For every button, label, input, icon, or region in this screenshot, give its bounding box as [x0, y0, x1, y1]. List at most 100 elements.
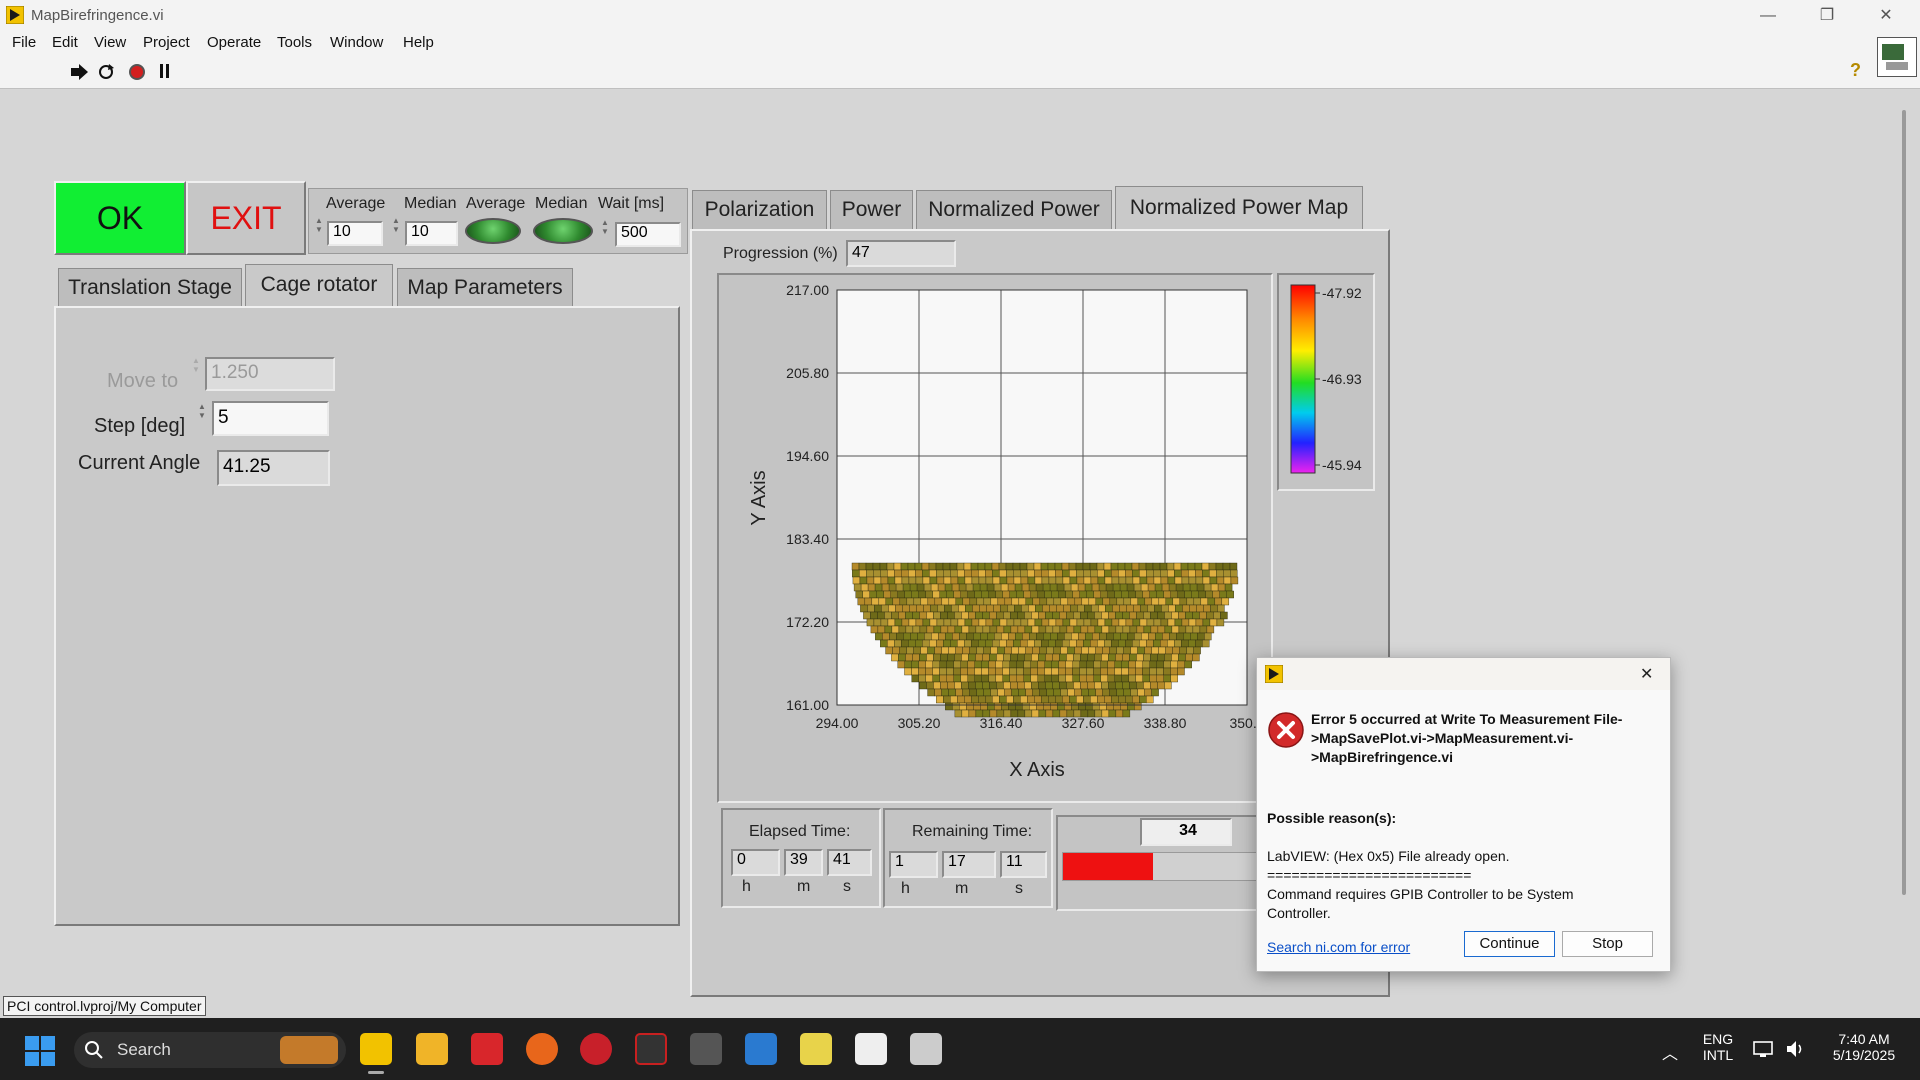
current-angle-indicator: 41.25	[217, 450, 330, 486]
menu-project[interactable]: Project	[143, 34, 190, 51]
app-blue-icon[interactable]	[745, 1033, 777, 1065]
heatmap-cell	[1073, 681, 1081, 690]
heatmap-cell	[964, 695, 972, 704]
labview-taskbar-icon[interactable]	[360, 1033, 392, 1065]
tab-map-parameters[interactable]: Map Parameters	[397, 268, 573, 308]
heatmap-cell	[1160, 618, 1169, 627]
heatmap-cell	[960, 674, 968, 683]
heatmap-cell	[1017, 625, 1026, 634]
virtualbox-icon[interactable]	[690, 1033, 722, 1065]
heatmap-cell	[1036, 632, 1044, 641]
step-stepper[interactable]: ▲ ▼	[197, 402, 207, 420]
menu-operate[interactable]: Operate	[207, 34, 261, 51]
wait-ms-field[interactable]: 500	[615, 222, 681, 247]
windows-start-icon[interactable]	[25, 1036, 55, 1066]
heatmap-cell	[1216, 576, 1225, 585]
tab-normalized-power-map[interactable]: Normalized Power Map	[1115, 186, 1363, 232]
heatmap-cell	[962, 646, 970, 655]
tab-translation-stage[interactable]: Translation Stage	[58, 268, 242, 308]
heatmap-cell	[1177, 660, 1185, 669]
heatmap-cell	[1123, 646, 1131, 655]
median-stepper[interactable]: ▲ ▼	[391, 216, 401, 234]
abort-icon[interactable]	[128, 63, 146, 81]
app-red-circle-icon[interactable]	[580, 1033, 612, 1065]
tab-power[interactable]: Power	[830, 190, 913, 230]
heatmap-cell	[1181, 639, 1189, 648]
file-explorer-icon[interactable]	[416, 1033, 448, 1065]
heatmap-cell	[956, 562, 965, 571]
error-x-icon	[1268, 712, 1304, 748]
menu-help[interactable]: Help	[403, 34, 434, 51]
search-ni-link[interactable]: Search ni.com for error	[1267, 939, 1410, 955]
volume-icon[interactable]	[1785, 1039, 1807, 1059]
heatmap-cell	[1069, 639, 1077, 648]
run-arrow-icon[interactable]	[69, 64, 89, 80]
heatmap-cell	[972, 583, 981, 592]
heatmap-cell	[974, 660, 982, 669]
median-count-field[interactable]: 10	[405, 221, 458, 246]
menu-tools[interactable]: Tools	[277, 34, 312, 51]
heatmap-cell	[1074, 597, 1083, 606]
heatmap-cell	[965, 583, 974, 592]
heatmap-cell	[973, 702, 981, 711]
heatmap-cell	[967, 590, 975, 599]
show-hidden-icons-chevron-icon[interactable]: ︿	[1662, 1040, 1678, 1064]
menu-window[interactable]: Window	[330, 34, 383, 51]
heatmap-cell	[1104, 576, 1113, 585]
heatmap-cell	[1009, 667, 1017, 676]
ok-button[interactable]: OK	[54, 181, 186, 255]
heatmap-cell	[1093, 660, 1101, 669]
filezilla-icon[interactable]	[471, 1033, 503, 1065]
heatmap-cell	[1027, 695, 1035, 704]
tab-polarization[interactable]: Polarization	[692, 190, 827, 230]
average-stepper[interactable]: ▲ ▼	[314, 216, 324, 234]
firefox-icon[interactable]	[526, 1033, 558, 1065]
heatmap-cell	[926, 625, 935, 634]
minimize-button[interactable]: —	[1745, 0, 1791, 31]
menu-file[interactable]: File	[12, 34, 36, 51]
exit-button[interactable]: EXIT	[186, 181, 306, 255]
dialog-close-button[interactable]: ✕	[1640, 664, 1653, 684]
app-doc-icon[interactable]	[855, 1033, 887, 1065]
heatmap-cell	[1202, 618, 1211, 627]
restore-button[interactable]: ❐	[1804, 0, 1850, 31]
close-window-button[interactable]: ✕	[1863, 0, 1909, 31]
heatmap-cell	[1204, 632, 1212, 641]
heatmap-cell	[1181, 576, 1190, 585]
run-continuously-icon[interactable]	[96, 63, 116, 81]
heatmap-cell	[946, 674, 954, 683]
step-field[interactable]: 5	[212, 401, 329, 436]
average-count-field[interactable]: 10	[327, 221, 383, 246]
language-indicator[interactable]: ENG INTL	[1697, 1031, 1739, 1063]
average-led-toggle[interactable]	[465, 218, 521, 244]
heatmap-cell	[1012, 562, 1021, 571]
stop-button[interactable]: Stop	[1562, 931, 1653, 957]
menu-edit[interactable]: Edit	[52, 34, 78, 51]
vertical-scrollbar[interactable]	[1902, 110, 1906, 895]
terminal-app-icon[interactable]	[635, 1033, 667, 1065]
heatmap-cell	[937, 604, 945, 613]
sticky-notes-icon[interactable]	[800, 1033, 832, 1065]
tab-cage-rotator[interactable]: Cage rotator	[245, 264, 393, 310]
heatmap-cell	[979, 604, 987, 613]
heatmap-cell	[1055, 695, 1063, 704]
context-help-icon[interactable]: ?	[1850, 60, 1861, 81]
heatmap-cell	[1037, 667, 1045, 676]
heatmap-cell	[904, 660, 912, 669]
clock[interactable]: 7:40 AM 5/19/2025	[1818, 1031, 1910, 1063]
heatmap-cell	[1167, 618, 1176, 627]
median-led-toggle[interactable]	[533, 218, 593, 244]
pause-icon[interactable]	[159, 64, 171, 78]
reason-line-1: LabVIEW: (Hex 0x5) File already open.	[1267, 848, 1510, 864]
heatmap-cell	[951, 604, 959, 613]
heatmap-cell	[1005, 562, 1014, 571]
snipping-tool-icon[interactable]	[910, 1033, 942, 1065]
tab-normalized-power[interactable]: Normalized Power	[916, 190, 1112, 230]
taskbar-search-box[interactable]: Search	[74, 1032, 346, 1068]
heatmap-cell	[911, 660, 919, 669]
network-icon[interactable]	[1753, 1039, 1775, 1059]
vi-icon[interactable]	[1877, 37, 1917, 77]
wait-stepper[interactable]: ▲ ▼	[600, 218, 610, 236]
menu-view[interactable]: View	[94, 34, 126, 51]
continue-button[interactable]: Continue	[1464, 931, 1555, 957]
